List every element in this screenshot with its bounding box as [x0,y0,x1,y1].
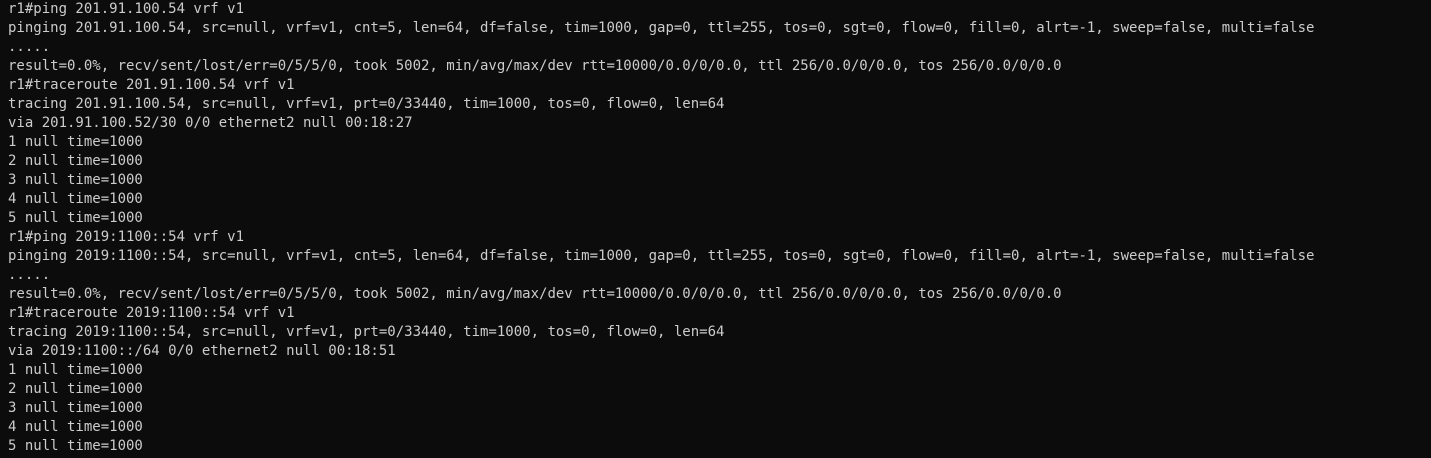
terminal-line-output: ..... [8,39,51,55]
terminal-line-output: 4 null time=1000 [8,419,143,435]
terminal-line-command: r1#ping 2019:1100::54 vrf v1 [8,229,245,245]
terminal-line-command: r1#traceroute 2019:1100::54 vrf v1 [8,305,295,321]
terminal-line-output: 4 null time=1000 [8,191,143,207]
terminal-line-output: 3 null time=1000 [8,400,143,416]
terminal-line-output: 3 null time=1000 [8,172,143,188]
terminal-line-output: 1 null time=1000 [8,362,143,378]
terminal-line-output: tracing 2019:1100::54, src=null, vrf=v1,… [8,324,725,340]
terminal-line-output: result=0.0%, recv/sent/lost/err=0/5/5/0,… [8,286,1062,302]
terminal-line-output: 2 null time=1000 [8,381,143,397]
terminal-line-output: 1 null time=1000 [8,134,143,150]
terminal-line-output: result=0.0%, recv/sent/lost/err=0/5/5/0,… [8,58,1062,74]
terminal-line-output: pinging 2019:1100::54, src=null, vrf=v1,… [8,248,1315,264]
terminal-line-output: ..... [8,267,51,283]
terminal-line-output: 2 null time=1000 [8,153,143,169]
terminal-line-output: via 2019:1100::/64 0/0 ethernet2 null 00… [8,343,396,359]
terminal-line-command: r1#ping 201.91.100.54 vrf v1 [8,1,245,17]
terminal-line-output: 5 null time=1000 [8,210,143,226]
terminal-line-output: 5 null time=1000 [8,438,143,454]
terminal-line-command: r1#traceroute 201.91.100.54 vrf v1 [8,77,295,93]
terminal-window[interactable]: r1#ping 201.91.100.54 vrf v1 pinging 201… [0,0,1431,458]
terminal-line-output: pinging 201.91.100.54, src=null, vrf=v1,… [8,20,1315,36]
terminal-line-output: via 201.91.100.52/30 0/0 ethernet2 null … [8,115,413,131]
terminal-line-output: tracing 201.91.100.54, src=null, vrf=v1,… [8,96,725,112]
